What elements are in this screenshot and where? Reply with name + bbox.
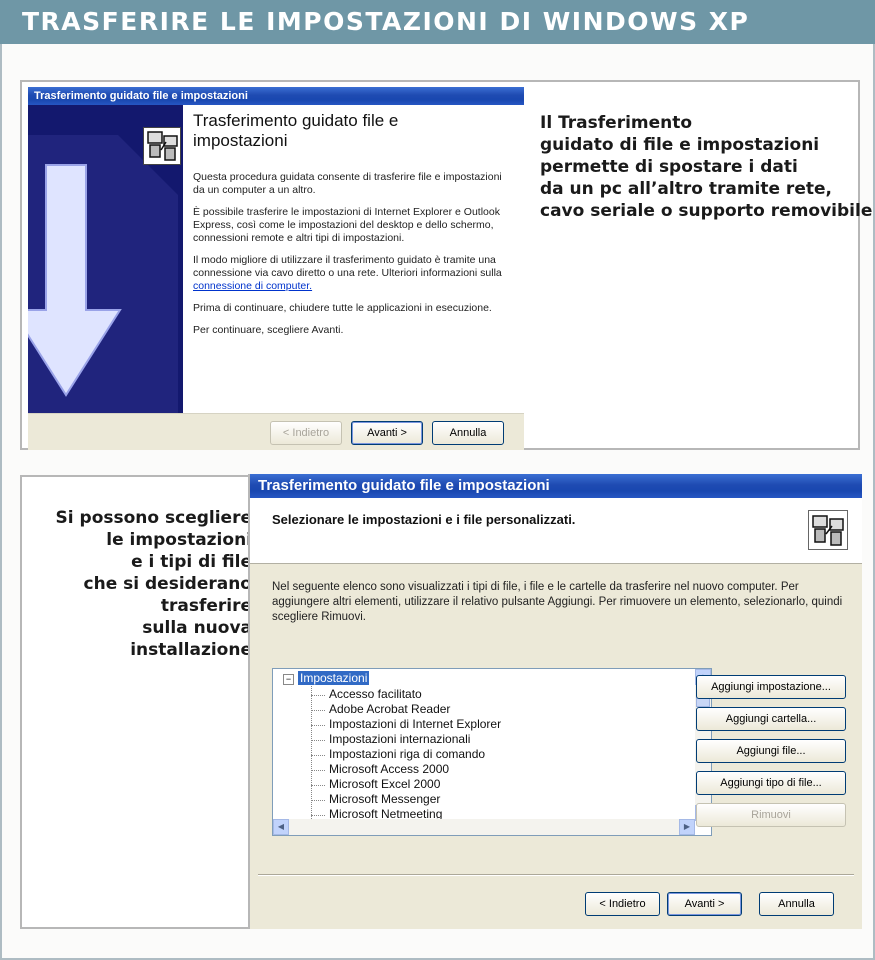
back-button[interactable]: < Indietro: [585, 892, 660, 916]
wizard1-heading: Trasferimento guidato file e impostazion…: [193, 111, 399, 150]
back-button[interactable]: < Indietro: [270, 421, 342, 445]
wizard1-side-banner: [28, 105, 183, 413]
scroll-right-icon[interactable]: ▶: [679, 819, 695, 835]
next-button[interactable]: Avanti >: [351, 421, 423, 445]
wizard2-body: Nel seguente elenco sono visualizzati i …: [250, 564, 862, 929]
wizard1-paragraph-4: Prima di continuare, chiudere tutte le a…: [193, 302, 492, 314]
scroll-left-icon[interactable]: ◀: [273, 819, 289, 835]
tree-item[interactable]: Impostazioni di Internet Explorer: [310, 717, 501, 731]
tree-item[interactable]: Impostazioni riga di comando: [310, 747, 485, 761]
wizard2-titlebar: Trasferimento guidato file e impostazion…: [250, 474, 862, 498]
wizard1-paragraph-2: È possibile trasferire le impostazioni d…: [193, 206, 500, 244]
wizard1-window: Trasferimento guidato file e impostazion…: [28, 87, 524, 450]
wizard1-titlebar: Trasferimento guidato file e impostazion…: [28, 87, 524, 105]
wizard1-paragraph-1: Questa procedura guidata consente di tra…: [193, 171, 502, 196]
tree-item[interactable]: Accesso facilitato: [311, 687, 422, 701]
tree-collapse-icon[interactable]: −: [283, 674, 294, 685]
screenshot-panel-1: Trasferimento guidato file e impostazion…: [20, 80, 872, 450]
tree-item[interactable]: Microsoft Excel 2000: [310, 777, 440, 791]
settings-tree-list[interactable]: − Impostazioni Accesso facilitato Adobe …: [272, 668, 712, 836]
computers-icon: [808, 510, 848, 550]
tree-item[interactable]: Microsoft Access 2000: [310, 762, 449, 776]
caption-1: Il Trasferimento guidato di file e impos…: [540, 113, 873, 221]
wizard1-text: Questa procedura guidata consente di tra…: [193, 171, 508, 346]
wizard1-footer: < Indietro Avanti > Annulla: [28, 413, 524, 450]
computers-icon: [143, 127, 181, 165]
footer-separator: [258, 874, 854, 876]
tree-root-item[interactable]: Impostazioni: [298, 671, 370, 685]
tree-item[interactable]: Impostazioni internazionali: [310, 732, 470, 746]
wizard1-window-title: Trasferimento guidato file e impostazion…: [34, 90, 248, 102]
remove-button[interactable]: Rimuovi: [696, 803, 846, 827]
wizard1-paragraph-5: Per continuare, scegliere Avanti.: [193, 324, 344, 336]
add-filetype-button[interactable]: Aggiungi tipo di file...: [696, 771, 846, 795]
wizard2-description: Nel seguente elenco sono visualizzati i …: [272, 581, 843, 623]
tree-item[interactable]: Microsoft Messenger: [310, 792, 440, 806]
cancel-button[interactable]: Annulla: [759, 892, 834, 916]
screenshot-panel-2: Si possono scegliere le impostazioni e i…: [20, 474, 862, 929]
add-setting-button[interactable]: Aggiungi impostazione...: [696, 675, 846, 699]
add-folder-button[interactable]: Aggiungi cartella...: [696, 707, 846, 731]
article-title: TRASFERIRE LE IMPOSTAZIONI DI WINDOWS XP: [0, 0, 875, 44]
wizard2-header-title: Selezionare le impostazioni e i file per…: [272, 512, 576, 527]
wizard2-window-title: Trasferimento guidato file e impostazion…: [258, 477, 550, 494]
next-button[interactable]: Avanti >: [667, 892, 742, 916]
horizontal-scrollbar[interactable]: ◀ ▶: [273, 819, 695, 835]
wizard1-paragraph-3: Il modo migliore di utilizzare il trasfe…: [193, 254, 502, 292]
cancel-button[interactable]: Annulla: [432, 421, 504, 445]
add-file-button[interactable]: Aggiungi file...: [696, 739, 846, 763]
connection-help-link[interactable]: connessione di computer.: [193, 280, 312, 292]
caption-2: Si possono scegliere le impostazioni e i…: [55, 508, 252, 660]
wizard2-window: Trasferimento guidato file e impostazion…: [248, 474, 862, 929]
wizard2-header: Selezionare le impostazioni e i file per…: [250, 498, 862, 564]
wizard1-body: Trasferimento guidato file e impostazion…: [183, 105, 524, 413]
tree-item[interactable]: Adobe Acrobat Reader: [310, 702, 450, 716]
